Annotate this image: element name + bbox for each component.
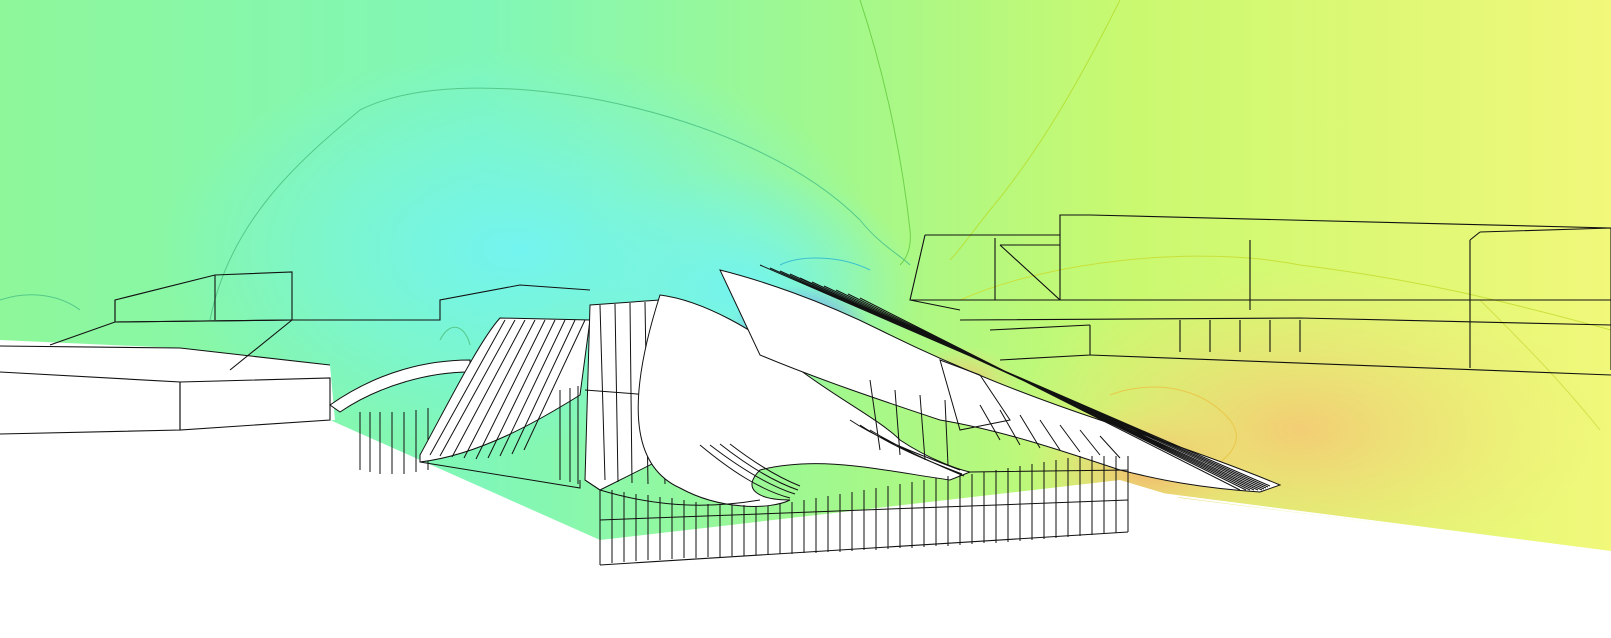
- wind-field-render: [0, 0, 1611, 638]
- simulation-viewport[interactable]: [0, 0, 1611, 638]
